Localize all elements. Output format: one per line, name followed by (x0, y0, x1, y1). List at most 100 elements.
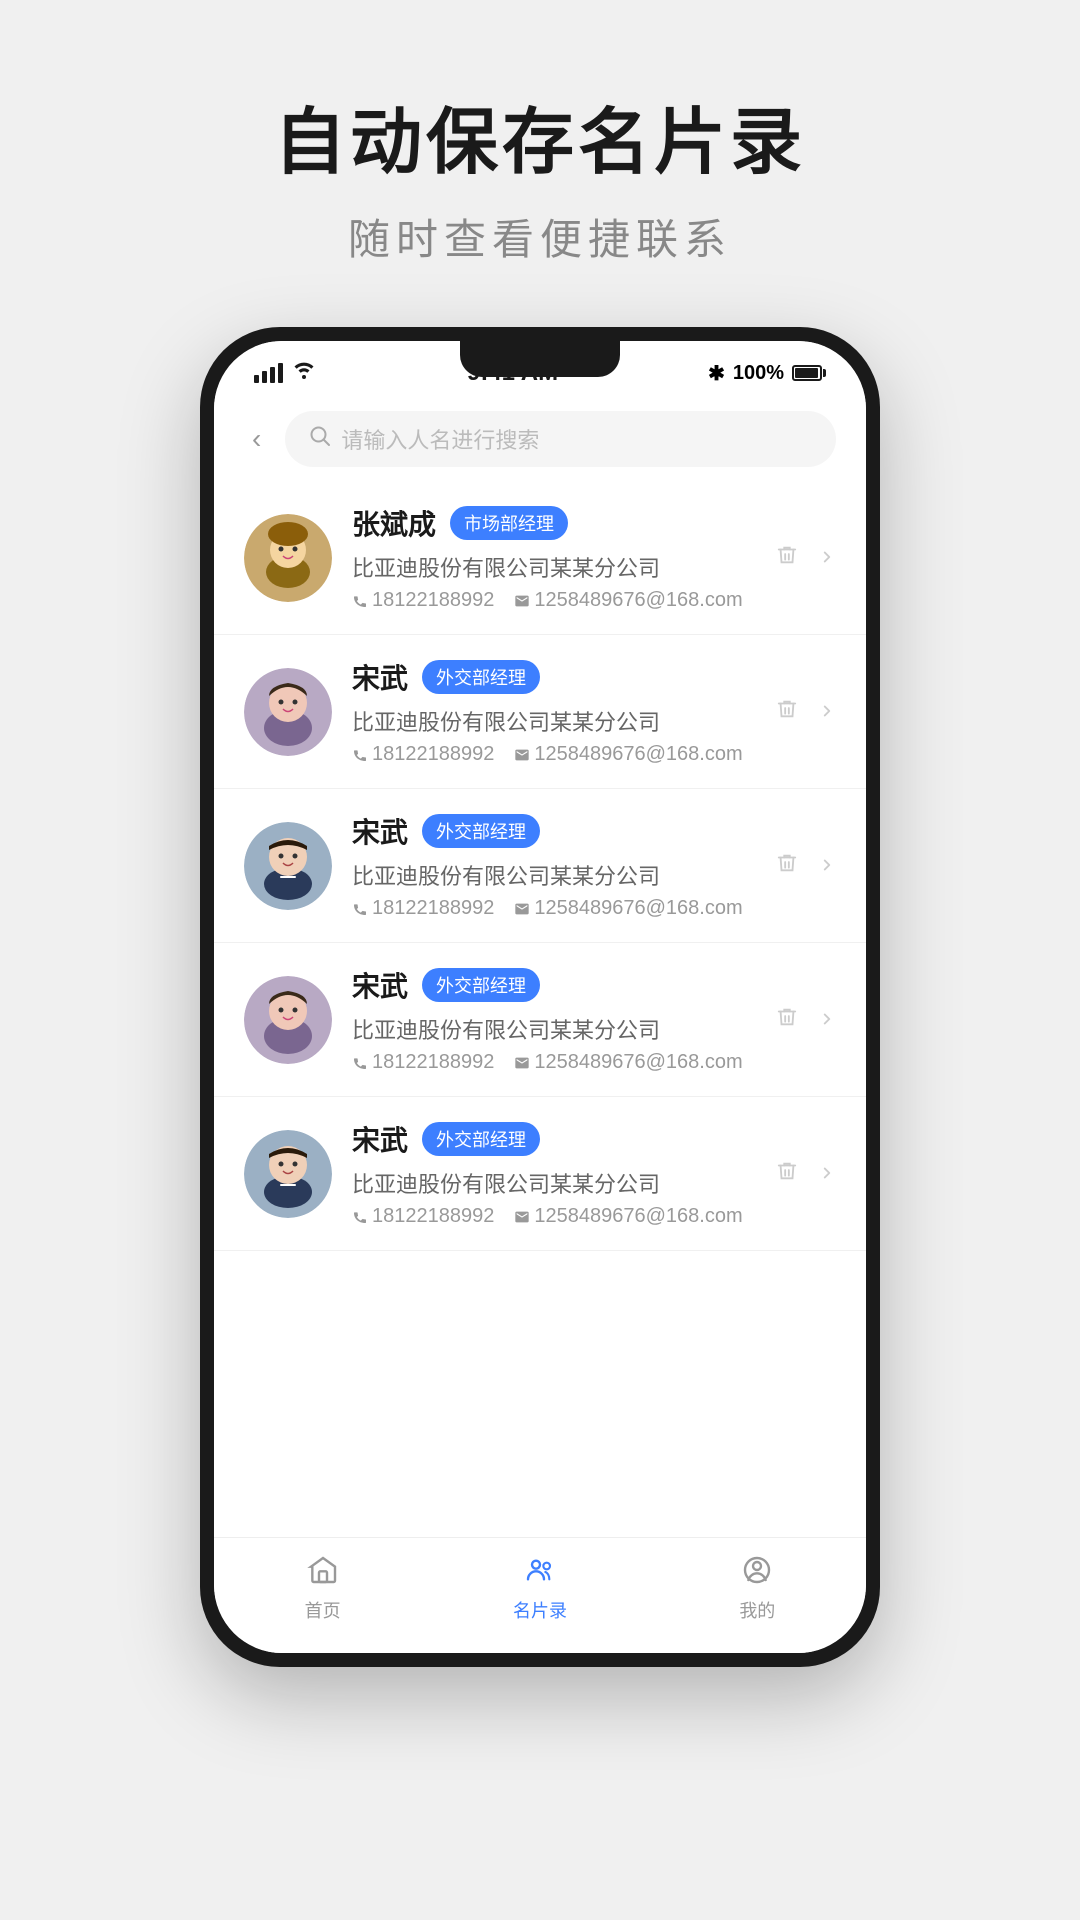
contact-email: 1258489676@168.com (514, 1051, 742, 1074)
contact-avatar (244, 822, 332, 910)
contact-actions (776, 542, 836, 573)
contact-tag: 外交部经理 (422, 1122, 540, 1156)
contact-name: 张斌成 (352, 503, 436, 543)
contact-company: 比亚迪股份有限公司某某分公司 (352, 1013, 756, 1045)
contact-email: 1258489676@168.com (514, 589, 742, 612)
contact-info: 宋武 外交部经理 比亚迪股份有限公司某某分公司 18122188992 1258… (352, 1119, 756, 1228)
contact-company: 比亚迪股份有限公司某某分公司 (352, 859, 756, 891)
contact-actions (776, 696, 836, 727)
arrow-right-button[interactable] (818, 696, 836, 727)
search-input[interactable]: 请输入人名进行搜索 (341, 423, 539, 455)
contact-company: 比亚迪股份有限公司某某分公司 (352, 551, 756, 583)
contact-item[interactable]: 宋武 外交部经理 比亚迪股份有限公司某某分公司 18122188992 1258… (214, 789, 866, 943)
contact-tag: 外交部经理 (422, 660, 540, 694)
contact-item[interactable]: 张斌成 市场部经理 比亚迪股份有限公司某某分公司 18122188992 125… (214, 481, 866, 635)
contact-avatar (244, 668, 332, 756)
phone-icon (352, 593, 368, 609)
contacts-tab-icon (524, 1554, 556, 1591)
email-icon (514, 1209, 530, 1225)
page-subtitle: 随时查看便捷联系 (274, 206, 806, 267)
arrow-right-button[interactable] (818, 1158, 836, 1189)
contact-name: 宋武 (352, 1119, 408, 1159)
contact-name-row: 张斌成 市场部经理 (352, 503, 756, 543)
search-input-wrap[interactable]: 请输入人名进行搜索 (285, 411, 836, 467)
email-icon (514, 1055, 530, 1071)
contact-name-row: 宋武 外交部经理 (352, 965, 756, 1005)
email-icon (514, 747, 530, 763)
page-header: 自动保存名片录 随时查看便捷联系 (274, 100, 806, 267)
contact-details: 18122188992 1258489676@168.com (352, 897, 756, 920)
contact-info: 宋武 外交部经理 比亚迪股份有限公司某某分公司 18122188992 1258… (352, 811, 756, 920)
contact-actions (776, 1004, 836, 1035)
arrow-right-button[interactable] (818, 1004, 836, 1035)
contact-company: 比亚迪股份有限公司某某分公司 (352, 1167, 756, 1199)
email-icon (514, 593, 530, 609)
home-tab-icon (307, 1554, 339, 1591)
contact-tag: 外交部经理 (422, 814, 540, 848)
profile-tab-label: 我的 (739, 1597, 775, 1623)
arrow-right-button[interactable] (818, 542, 836, 573)
home-tab-label: 首页 (305, 1597, 341, 1623)
delete-button[interactable] (776, 542, 798, 573)
status-right: ✱ 100% (708, 361, 826, 386)
signal-icon (254, 363, 283, 383)
search-bar[interactable]: ‹ 请输入人名进行搜索 (214, 397, 866, 481)
tab-home[interactable]: 首页 (214, 1554, 431, 1623)
contact-email: 1258489676@168.com (514, 743, 742, 766)
contact-info: 宋武 外交部经理 比亚迪股份有限公司某某分公司 18122188992 1258… (352, 965, 756, 1074)
delete-button[interactable] (776, 696, 798, 727)
contact-name: 宋武 (352, 965, 408, 1005)
phone-icon (352, 747, 368, 763)
contact-item[interactable]: 宋武 外交部经理 比亚迪股份有限公司某某分公司 18122188992 1258… (214, 635, 866, 789)
delete-button[interactable] (776, 850, 798, 881)
phone-icon (352, 901, 368, 917)
tab-contacts[interactable]: 名片录 (431, 1554, 648, 1623)
contact-name: 宋武 (352, 657, 408, 697)
notch (460, 341, 620, 377)
contact-info: 宋武 外交部经理 比亚迪股份有限公司某某分公司 18122188992 1258… (352, 657, 756, 766)
contact-tag: 市场部经理 (450, 506, 568, 540)
contact-phone: 18122188992 (352, 743, 494, 766)
contact-details: 18122188992 1258489676@168.com (352, 743, 756, 766)
contact-avatar (244, 1130, 332, 1218)
back-button[interactable]: ‹ (244, 419, 269, 459)
contact-details: 18122188992 1258489676@168.com (352, 1205, 756, 1228)
delete-button[interactable] (776, 1004, 798, 1035)
tab-bar: 首页 名片录 我的 (214, 1537, 866, 1653)
contact-avatar (244, 976, 332, 1064)
contact-phone: 18122188992 (352, 1051, 494, 1074)
contacts-tab-label: 名片录 (513, 1597, 567, 1623)
battery-icon (792, 365, 826, 381)
contact-phone: 18122188992 (352, 897, 494, 920)
profile-tab-icon (741, 1554, 773, 1591)
contact-item[interactable]: 宋武 外交部经理 比亚迪股份有限公司某某分公司 18122188992 1258… (214, 1097, 866, 1251)
tab-profile[interactable]: 我的 (649, 1554, 866, 1623)
bluetooth-icon: ✱ (708, 361, 725, 386)
contact-email: 1258489676@168.com (514, 897, 742, 920)
contact-list: 张斌成 市场部经理 比亚迪股份有限公司某某分公司 18122188992 125… (214, 481, 866, 1537)
contact-actions (776, 850, 836, 881)
page-title: 自动保存名片录 (274, 100, 806, 186)
contact-info: 张斌成 市场部经理 比亚迪股份有限公司某某分公司 18122188992 125… (352, 503, 756, 612)
phone-screen: 9:41 AM ✱ 100% ‹ 请输入人名进行搜索 (214, 341, 866, 1653)
contact-item[interactable]: 宋武 外交部经理 比亚迪股份有限公司某某分公司 18122188992 1258… (214, 943, 866, 1097)
arrow-right-button[interactable] (818, 850, 836, 881)
contact-company: 比亚迪股份有限公司某某分公司 (352, 705, 756, 737)
delete-button[interactable] (776, 1158, 798, 1189)
contact-name-row: 宋武 外交部经理 (352, 811, 756, 851)
phone-icon (352, 1209, 368, 1225)
contact-tag: 外交部经理 (422, 968, 540, 1002)
contact-phone: 18122188992 (352, 1205, 494, 1228)
search-icon (309, 425, 331, 453)
email-icon (514, 901, 530, 917)
status-left (254, 360, 317, 386)
contact-actions (776, 1158, 836, 1189)
contact-email: 1258489676@168.com (514, 1205, 742, 1228)
contact-details: 18122188992 1258489676@168.com (352, 589, 756, 612)
phone-mockup: 9:41 AM ✱ 100% ‹ 请输入人名进行搜索 (200, 327, 880, 1667)
contact-name-row: 宋武 外交部经理 (352, 657, 756, 697)
phone-icon (352, 1055, 368, 1071)
wifi-icon (291, 360, 317, 386)
contact-details: 18122188992 1258489676@168.com (352, 1051, 756, 1074)
contact-name: 宋武 (352, 811, 408, 851)
